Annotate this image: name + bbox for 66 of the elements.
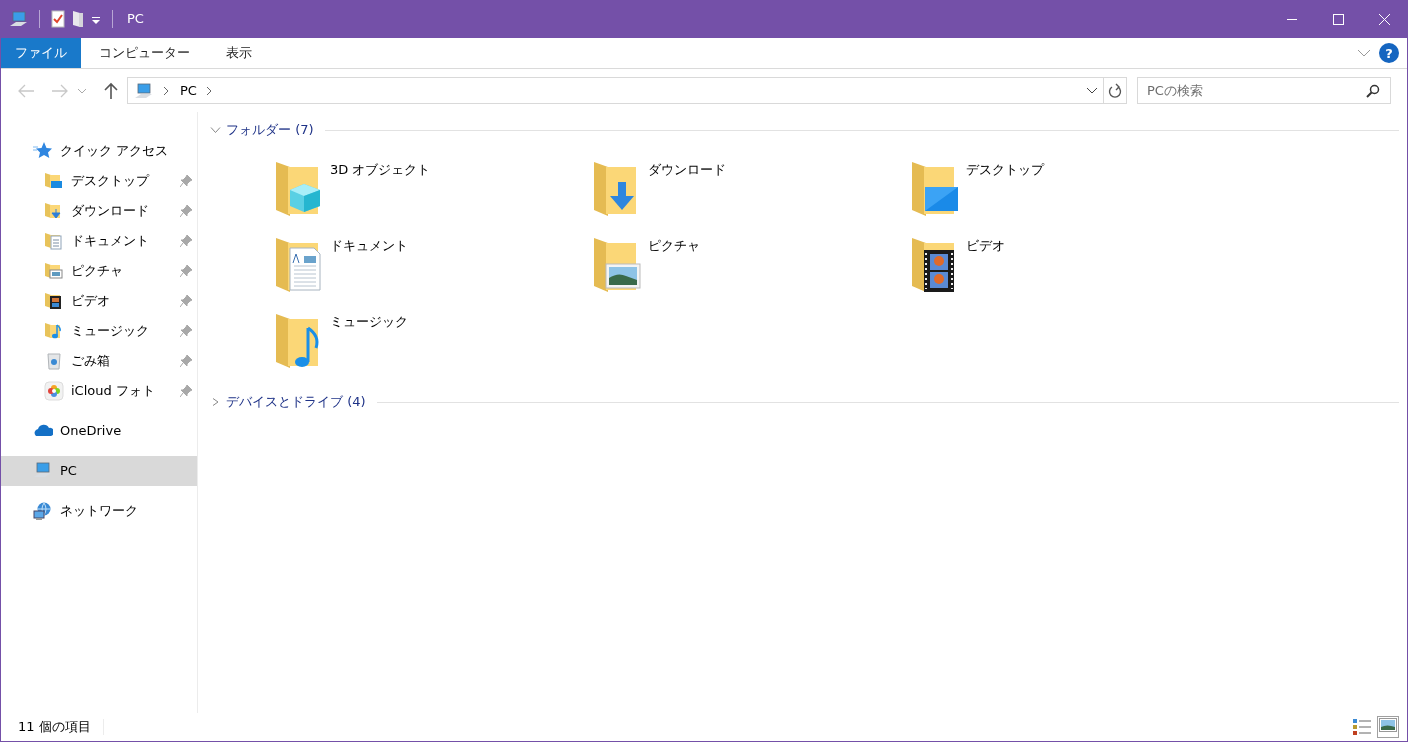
close-icon [1378, 13, 1390, 25]
folder-icon [910, 160, 960, 218]
sidebar-item[interactable]: クイック アクセス [1, 136, 197, 166]
pin-icon[interactable] [180, 355, 192, 367]
pin-icon[interactable] [180, 205, 192, 217]
pin-icon[interactable] [180, 265, 192, 277]
help-button[interactable]: ? [1379, 43, 1399, 63]
details-view-icon [1353, 718, 1371, 736]
chevron-down-icon[interactable] [1086, 86, 1098, 95]
pc-icon[interactable] [9, 10, 29, 28]
group-header[interactable]: フォルダー (7) [226, 120, 314, 140]
search-input[interactable]: PCの検索 [1138, 79, 1366, 102]
sidebar-item[interactable]: ビデオ [1, 286, 197, 316]
search-field[interactable]: PCの検索 [1137, 77, 1391, 104]
pin-icon[interactable] [180, 175, 192, 187]
folder-item[interactable]: ビデオ [910, 234, 1228, 310]
breadcrumb[interactable]: PC [180, 80, 197, 101]
sidebar-item[interactable]: ごみ箱 [1, 346, 197, 376]
recycle-bin-icon [44, 351, 64, 371]
details-view-button[interactable] [1351, 716, 1373, 738]
sidebar-item[interactable]: ピクチャ [1, 256, 197, 286]
star-icon [33, 141, 53, 161]
pin-icon[interactable] [180, 325, 192, 337]
large-buttons-view-icon[interactable] [1377, 716, 1399, 738]
sidebar-item[interactable]: PC [1, 456, 197, 486]
folder-item[interactable]: 3D オブジェクト [274, 158, 592, 234]
photos-icon [44, 381, 64, 401]
pin-icon[interactable] [180, 235, 192, 247]
new-folder-icon[interactable] [70, 10, 86, 28]
folder-icon [44, 321, 64, 341]
folder-icon [44, 201, 64, 221]
status-text: 11 個の項目 [18, 718, 91, 737]
pin-icon[interactable] [180, 385, 192, 397]
sidebar-item[interactable]: OneDrive [1, 416, 197, 446]
folder-icon [592, 236, 642, 294]
folder-icon [274, 236, 324, 294]
sidebar-item[interactable]: ミュージック [1, 316, 197, 346]
maximize-icon [1332, 13, 1344, 25]
sidebar-item[interactable]: ドキュメント [1, 226, 197, 256]
chevron-right-icon[interactable] [162, 85, 170, 96]
sidebar-item[interactable]: ネットワーク [1, 496, 197, 526]
folder-item[interactable]: ミュージック [274, 310, 592, 386]
folder-icon [44, 291, 64, 311]
sidebar-item[interactable]: ダウンロード [1, 196, 197, 226]
folder-item[interactable]: デスクトップ [910, 158, 1228, 234]
chevron-right-icon[interactable] [204, 85, 213, 96]
sidebar-item[interactable]: デスクトップ [1, 166, 197, 196]
chevron-right-icon[interactable] [210, 398, 221, 406]
sidebar-item[interactable]: iCloud フォト [1, 376, 197, 406]
folder-icon [44, 231, 64, 251]
refresh-icon [1108, 82, 1122, 99]
folder-item[interactable]: ドキュメント [274, 234, 592, 310]
address-bar[interactable]: PC [127, 77, 1127, 104]
ribbon-tab[interactable]: ファイル [1, 38, 81, 68]
window-title: PC [127, 10, 144, 29]
folder-item[interactable]: ピクチャ [592, 234, 910, 310]
pc-icon [134, 81, 154, 100]
pin-icon[interactable] [180, 295, 192, 307]
network-icon [33, 501, 53, 521]
folder-icon [44, 171, 64, 191]
folder-item[interactable]: ダウンロード [592, 158, 910, 234]
group-header[interactable]: デバイスとドライブ (4) [226, 392, 366, 412]
search-icon [1366, 83, 1380, 98]
properties-icon[interactable] [50, 10, 66, 28]
up-arrow-icon[interactable] [103, 81, 119, 100]
folder-icon [44, 261, 64, 281]
